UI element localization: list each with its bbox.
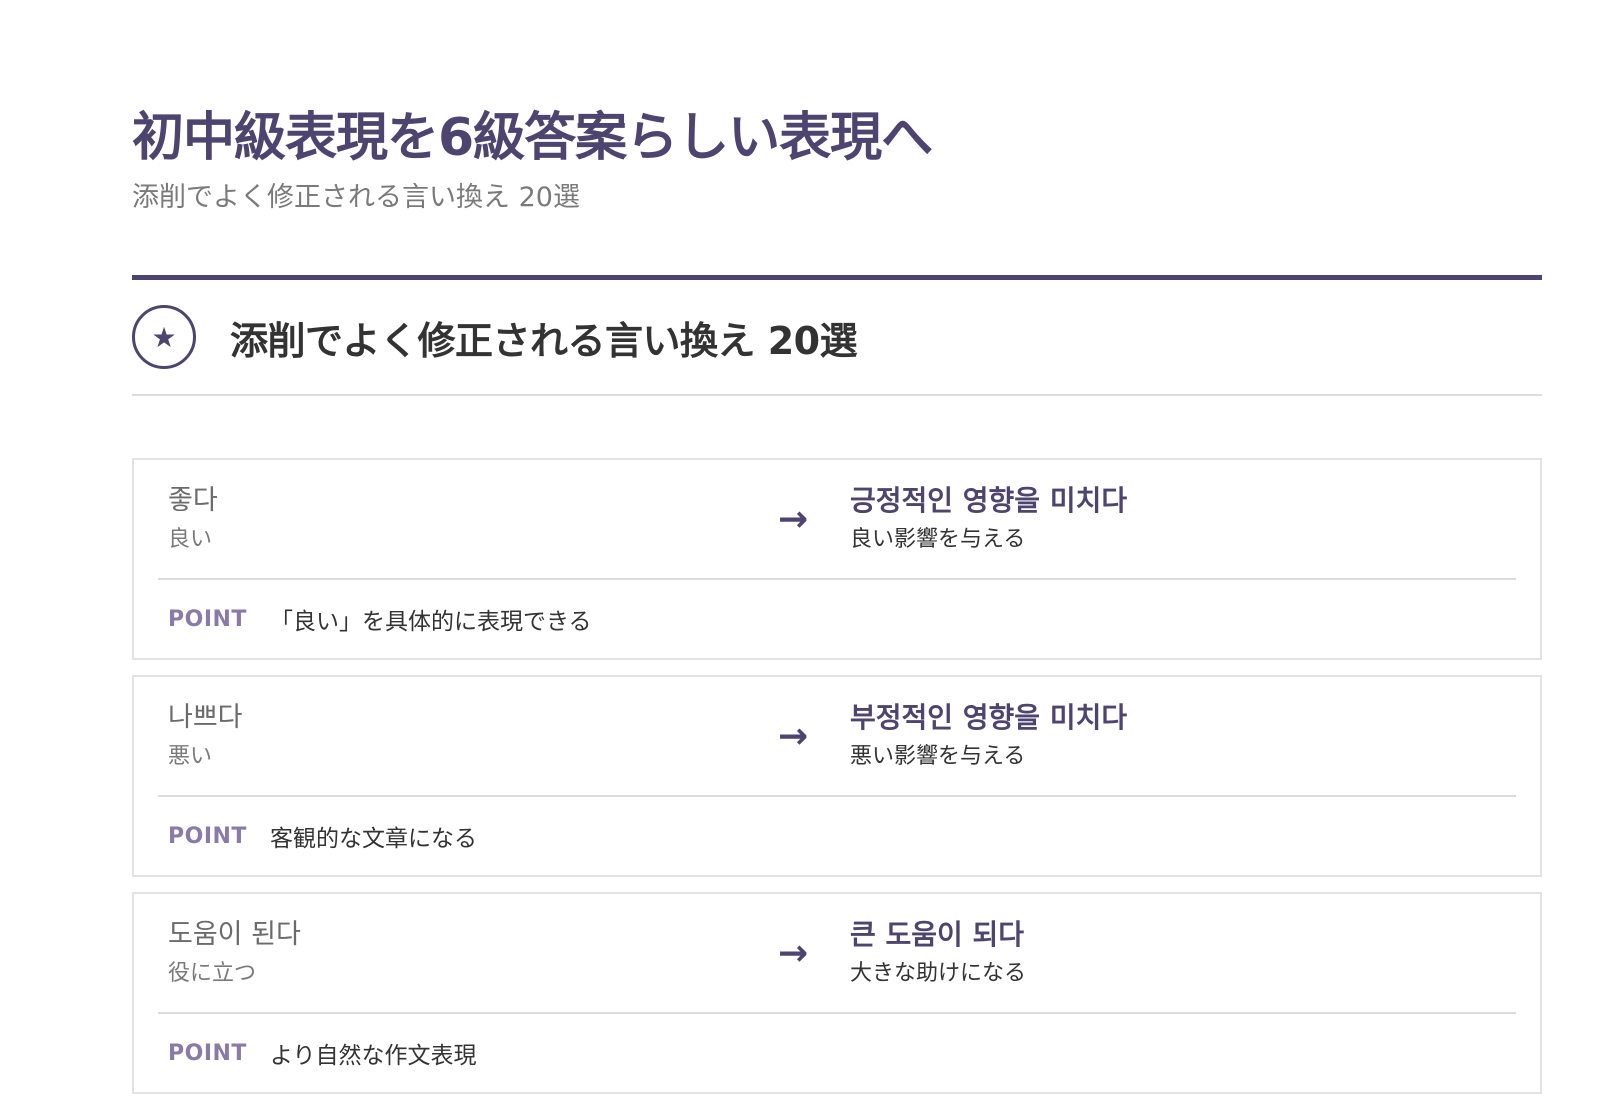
section-title: 添削でよく修正される言い換え 20選 [230,318,858,363]
original-korean: 도움이 된다 [168,919,301,950]
section-header: ★ 添削でよく修正される言い換え 20選 [132,280,1542,396]
original-korean: 나쁘다 [168,702,243,733]
arrow-right-icon: → [778,715,809,757]
expression-list: 좋다 良い → 긍정적인 영향을 미치다 良い影響を与える POINT 「良い」… [132,458,1542,1094]
improved-expression: 부정적인 영향을 미치다 悪い影響を与える [848,700,1127,772]
card-point-row: POINT 「良い」を具体的に表現できる [158,580,1516,658]
improved-korean: 긍정적인 영향을 미치다 [850,484,1128,517]
improved-korean: 큰 도움이 되다 [850,918,1025,951]
point-text: 「良い」を具体的に表現できる [270,609,592,635]
page-title: 初中級表現を6級答案らしい表現へ [132,108,933,168]
arrow-right-icon: → [778,498,809,540]
improved-expression: 긍정적인 영향을 미치다 良い影響を与える [848,483,1127,555]
improved-japanese: 良い影響を与える [850,527,1026,552]
original-japanese: 悪い [168,744,213,769]
page-subtitle: 添削でよく修正される言い換え 20選 [132,182,580,213]
star-icon: ★ [132,305,196,369]
original-expression: 좋다 良い [158,483,778,555]
card-expression-row: 나쁘다 悪い → 부정적인 영향을 미치다 悪い影響を与える [158,677,1516,797]
original-expression: 도움이 된다 役に立つ [158,917,778,989]
point-label: POINT [168,823,247,849]
header: 初中級表現を6級答案らしい表現へ 添削でよく修正される言い換え 20選 [132,0,1542,280]
card-point-row: POINT 客観的な文章になる [158,797,1516,875]
original-japanese: 良い [168,527,213,552]
expression-card: 도움이 된다 役に立つ → 큰 도움이 되다 大きな助けになる POINT より… [132,892,1542,1094]
point-label: POINT [168,606,247,632]
point-text: より自然な作文表現 [270,1043,477,1069]
improved-expression: 큰 도움이 되다 大きな助けになる [848,917,1026,989]
point-label: POINT [168,1040,247,1066]
improved-japanese: 悪い影響を与える [850,744,1026,769]
improved-japanese: 大きな助けになる [850,961,1027,986]
original-expression: 나쁘다 悪い [158,700,778,772]
card-expression-row: 도움이 된다 役に立つ → 큰 도움이 되다 大きな助けになる [158,894,1516,1014]
card-point-row: POINT より自然な作文表現 [158,1014,1516,1092]
expression-card: 나쁘다 悪い → 부정적인 영향을 미치다 悪い影響を与える POINT 客観的… [132,675,1542,877]
point-text: 客観的な文章になる [270,826,477,852]
original-japanese: 役に立つ [168,961,257,986]
original-korean: 좋다 [168,485,218,516]
arrow-right-icon: → [778,932,809,974]
expression-card: 좋다 良い → 긍정적인 영향을 미치다 良い影響を与える POINT 「良い」… [132,458,1542,660]
improved-korean: 부정적인 영향을 미치다 [850,701,1128,734]
card-expression-row: 좋다 良い → 긍정적인 영향을 미치다 良い影響を与える [158,460,1516,580]
page: 初中級表現を6級答案らしい表現へ 添削でよく修正される言い換え 20選 ★ 添削… [0,0,1598,1098]
